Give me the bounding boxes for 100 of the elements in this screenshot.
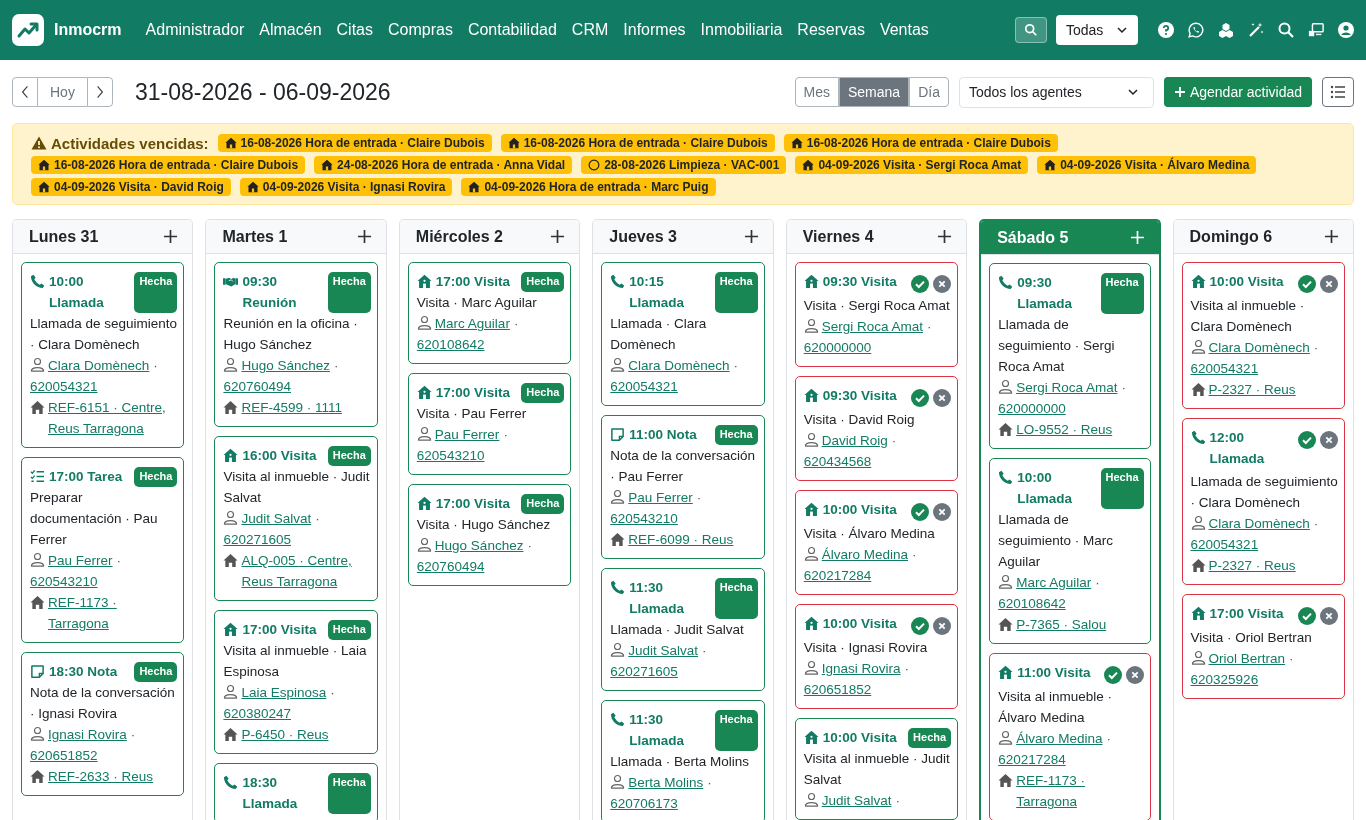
cancel-icon[interactable] [1320,275,1338,293]
property-link[interactable]: P-6450 · Reus [241,724,329,745]
confirm-icon[interactable] [911,503,930,521]
confirm-icon[interactable] [911,617,930,635]
phone-link[interactable]: 620271605 [610,661,678,682]
contact-link[interactable]: Clara Domènech [628,355,730,376]
contact-link[interactable]: Marc Aguilar [434,313,510,334]
phone-link[interactable]: 620651852 [30,745,98,766]
confirm-icon[interactable] [911,389,930,407]
today-button[interactable]: Hoy [38,77,87,107]
contact-link[interactable]: Ignasi Rovira [48,724,127,745]
overdue-chip[interactable]: 16-08-2026 Hora de entrada · Claire Dubois [217,134,492,152]
phone-link[interactable]: 620271605 [223,529,291,550]
nav-link[interactable]: Almacén [259,21,322,39]
nav-link[interactable]: Citas [336,21,373,39]
nav-link[interactable]: Contabilidad [467,21,557,39]
phone-link[interactable]: 620325926 [1190,669,1259,690]
phone-link[interactable]: 620054321 [1190,534,1259,555]
activity-card[interactable]: 12:00 Llamada Llamada de seguimiento · Clara Domènech Clara Domènech · 620054321 P-2327 · Reus [1181,418,1345,585]
property-link[interactable]: REF-2633 · Reus [48,766,154,787]
list-view-button[interactable] [1322,77,1354,107]
add-button[interactable] [937,229,953,244]
contact-link[interactable]: Ignasi Rovira [821,658,901,679]
add-activity-button[interactable]: Agendar actividad [1163,77,1312,107]
phone-link[interactable]: 620706173 [610,793,678,814]
add-button[interactable] [163,229,179,244]
cancel-icon[interactable] [1320,431,1338,449]
overdue-chip[interactable]: 16-08-2026 Hora de entrada · Claire Dubois [31,156,306,174]
next-button[interactable] [86,77,113,107]
agent-select[interactable]: Todos los agentes [958,76,1154,108]
phone-link[interactable]: 620217284 [803,565,872,586]
phone-link[interactable]: 620380247 [223,703,291,724]
activity-card[interactable]: 10:00 Visita Visita al inmueble · Clara Domènech Clara Domènech · 620054321 P-2327 · Reus [1181,262,1345,409]
property-link[interactable]: REF-4599 · 1111 [241,397,342,418]
contact-link[interactable]: Judit Salvat [628,640,699,661]
confirm-icon[interactable] [911,275,930,293]
contact-link[interactable]: Pau Ferrer [434,424,500,445]
phone-link[interactable]: 620543210 [610,508,678,529]
phone-link[interactable]: 620054321 [30,376,98,397]
activity-card[interactable]: 17:00 Visita Visita · Oriol Bertran Oriol Bertran · 620325926 [1181,594,1345,699]
activity-card[interactable]: 17:00 Visita Hecha Visita al inmueble · Laia Espinosa Laia Espinosa · 620380247 P-6450 · Reus [214,610,378,754]
user-icon[interactable] [1338,22,1354,38]
view-tab[interactable]: Día [909,77,949,107]
overdue-chip[interactable]: 28-08-2026 Limpieza · VAC-001 [581,156,787,174]
cancel-icon[interactable] [1125,666,1144,684]
activity-card[interactable]: 18:30 Nota Hecha Nota de la conversación · Ignasi Rovira Ignasi Rovira · 620651852 REF-2633 · Reus [21,652,185,796]
activity-card[interactable]: 17:00 Visita Hecha Visita · Hugo Sánchez Hugo Sánchez · 620760494 [407,484,572,586]
phone-link[interactable]: 620217284 [998,749,1066,770]
view-tab[interactable]: Semana [838,77,910,107]
cancel-icon[interactable] [933,503,952,521]
remote-desktop-icon[interactable] [1308,22,1324,38]
nav-link[interactable]: CRM [571,21,609,39]
contact-link[interactable]: Judit Salvat [241,508,312,529]
phone-link[interactable]: 620054321 [610,376,678,397]
cancel-icon[interactable] [1320,607,1338,625]
logo-icon[interactable] [12,14,44,46]
nav-link[interactable]: Administrador [145,21,245,39]
activity-card[interactable]: 10:00 Visita Hecha Visita al inmueble · Judit Salvat Judit Salvat · [794,718,959,820]
boxes-icon[interactable] [1218,22,1234,38]
overdue-chip[interactable]: 04-09-2026 Visita · Ignasi Rovira [239,178,453,196]
confirm-icon[interactable] [1103,666,1122,684]
activity-card[interactable]: 10:00 Visita Visita · Ignasi Rovira Ignasi Rovira · 620651852 [794,604,959,709]
chat-icon[interactable] [1188,22,1204,38]
property-link[interactable]: P-7365 · Salou [1016,614,1107,635]
phone-link[interactable]: 620000000 [803,337,872,358]
activity-card[interactable]: 10:00 Llamada Hecha Llamada de seguimiento · Marc Aguilar Marc Aguilar · 620108642 P-7365 · Salou [989,458,1151,644]
activity-card[interactable]: 09:30 Reunión Hecha Reunión en la oficina · Hugo Sánchez Hugo Sánchez · 620760494 REF-4599 · 1111 [214,262,378,427]
contact-link[interactable]: Pau Ferrer [628,487,693,508]
contact-link[interactable]: Sergi Roca Amat [1016,377,1118,398]
contact-link[interactable]: Hugo Sánchez [434,535,524,556]
overdue-chip[interactable]: 04-09-2026 Visita · Álvaro Medina [1037,156,1257,174]
add-button[interactable] [356,229,372,244]
nav-link[interactable]: Inmobiliaria [700,21,783,39]
contact-link[interactable]: Laia Espinosa [241,682,327,703]
activity-card[interactable]: 10:00 Llamada Hecha Llamada de seguimiento · Clara Domènech Clara Domènech · 620054321 REF-6151 · Centre, Reus Tarragona [21,262,185,448]
property-link[interactable]: P-2327 · Reus [1208,555,1296,576]
add-button[interactable] [1324,229,1339,244]
activity-card[interactable]: 16:00 Visita Hecha Visita al inmueble · Judit Salvat Judit Salvat · 620271605 ALQ-005 · Centre, Reus Tarragona [214,436,378,601]
phone-link[interactable]: 620108642 [416,334,485,355]
contact-link[interactable]: Sergi Roca Amat [821,316,923,337]
overdue-chip[interactable]: 04-09-2026 Visita · Sergi Roca Amat [795,156,1029,174]
contact-link[interactable]: Álvaro Medina [1016,728,1103,749]
magic-wand-icon[interactable] [1248,22,1264,38]
cancel-icon[interactable] [933,389,952,407]
phone-link[interactable]: 620543210 [416,445,485,466]
phone-link[interactable]: 620651852 [803,679,872,700]
cancel-icon[interactable] [933,617,952,635]
confirm-icon[interactable] [1298,607,1316,625]
contact-link[interactable]: Hugo Sánchez [241,355,330,376]
contact-link[interactable]: Álvaro Medina [821,544,908,565]
contact-link[interactable]: Clara Domènech [48,355,150,376]
contact-link[interactable]: Marc Aguilar [1016,572,1092,593]
confirm-icon[interactable] [1298,275,1316,293]
activity-card[interactable]: 11:00 Nota Hecha Nota de la conversación · Pau Ferrer Pau Ferrer · 620543210 REF-6099 · Reus [601,415,765,559]
nav-link[interactable]: Compras [388,21,453,39]
contact-link[interactable]: Oriol Bertran [1208,648,1286,669]
phone-link[interactable]: 620760494 [223,376,291,397]
overdue-chip[interactable]: 04-09-2026 Visita · David Roig [31,178,231,196]
view-tab[interactable]: Mes [794,77,839,107]
activity-card[interactable]: 18:30 Llamada Hecha [214,763,378,820]
